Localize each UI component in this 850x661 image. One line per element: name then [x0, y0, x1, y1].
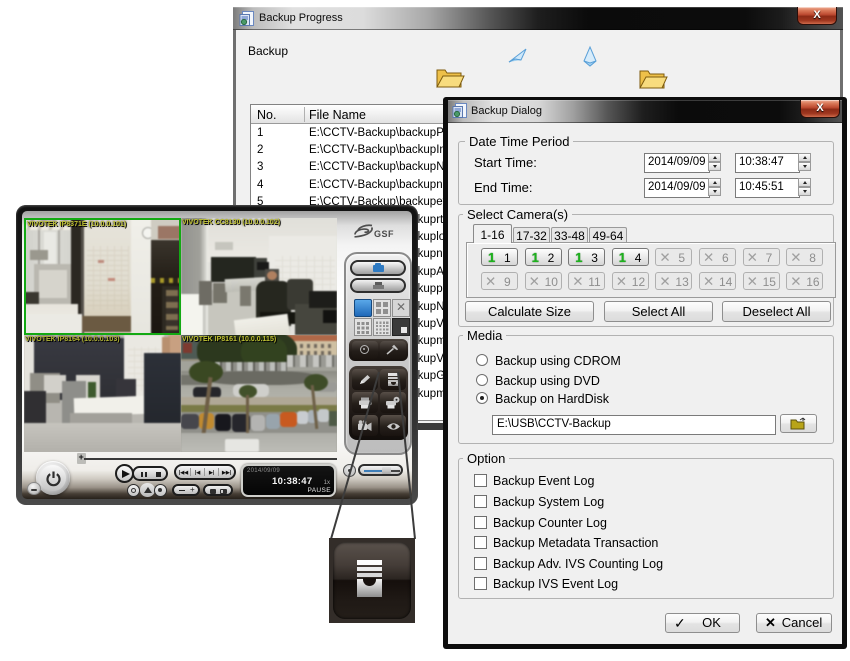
svg-text:GSF: GSF — [374, 229, 394, 239]
